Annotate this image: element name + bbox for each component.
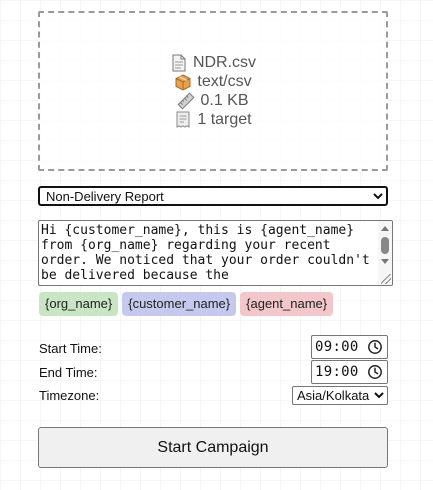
- scroll-down-arrow-icon[interactable]: [381, 259, 389, 264]
- file-name-row: NDR.csv: [170, 53, 256, 72]
- file-type-row: text/csv: [174, 72, 252, 91]
- file-size-row: 0.1 KB: [177, 91, 249, 110]
- timezone-select[interactable]: Asia/Kolkata: [292, 386, 388, 405]
- scroll-up-arrow-icon[interactable]: [381, 226, 389, 231]
- timezone-label: Timezone:: [39, 388, 100, 403]
- clock-icon[interactable]: [366, 363, 384, 381]
- start-time-value[interactable]: 09:00: [315, 339, 366, 355]
- file-name: NDR.csv: [192, 54, 257, 71]
- file-icon: [170, 54, 188, 72]
- file-type: text/csv: [197, 73, 252, 90]
- start-campaign-button[interactable]: Start Campaign: [38, 427, 388, 468]
- end-time-label: End Time:: [39, 365, 98, 380]
- message-text[interactable]: Hi {customer_name}, this is {agent_name}…: [41, 223, 378, 283]
- start-time-label: Start Time:: [39, 341, 102, 356]
- file-targets: 1 target: [197, 111, 252, 128]
- package-icon: [174, 73, 192, 91]
- variable-chip-customer-name[interactable]: {customer_name}: [122, 292, 237, 316]
- template-select[interactable]: Non-Delivery Report: [38, 186, 388, 206]
- resize-handle-icon[interactable]: [381, 274, 391, 284]
- scroll-thumb[interactable]: [381, 237, 389, 254]
- ruler-icon: [177, 92, 195, 110]
- message-textarea[interactable]: Hi {customer_name}, this is {agent_name}…: [38, 220, 393, 286]
- end-time-value[interactable]: 19:00: [315, 364, 366, 380]
- variable-chip-org-name[interactable]: {org_name}: [39, 292, 119, 316]
- start-time-input[interactable]: 09:00: [311, 335, 388, 359]
- file-dropzone[interactable]: NDR.csv text/csv 0.1 KB 1 target: [38, 11, 388, 171]
- file-targets-row: 1 target: [174, 110, 252, 129]
- variable-chips: {org_name} {customer_name} {agent_name}: [39, 292, 334, 316]
- clock-icon[interactable]: [366, 338, 384, 356]
- file-size: 0.1 KB: [200, 92, 249, 109]
- variable-chip-agent-name[interactable]: {agent_name}: [240, 292, 334, 316]
- receipt-icon: [174, 111, 192, 129]
- end-time-input[interactable]: 19:00: [311, 360, 388, 384]
